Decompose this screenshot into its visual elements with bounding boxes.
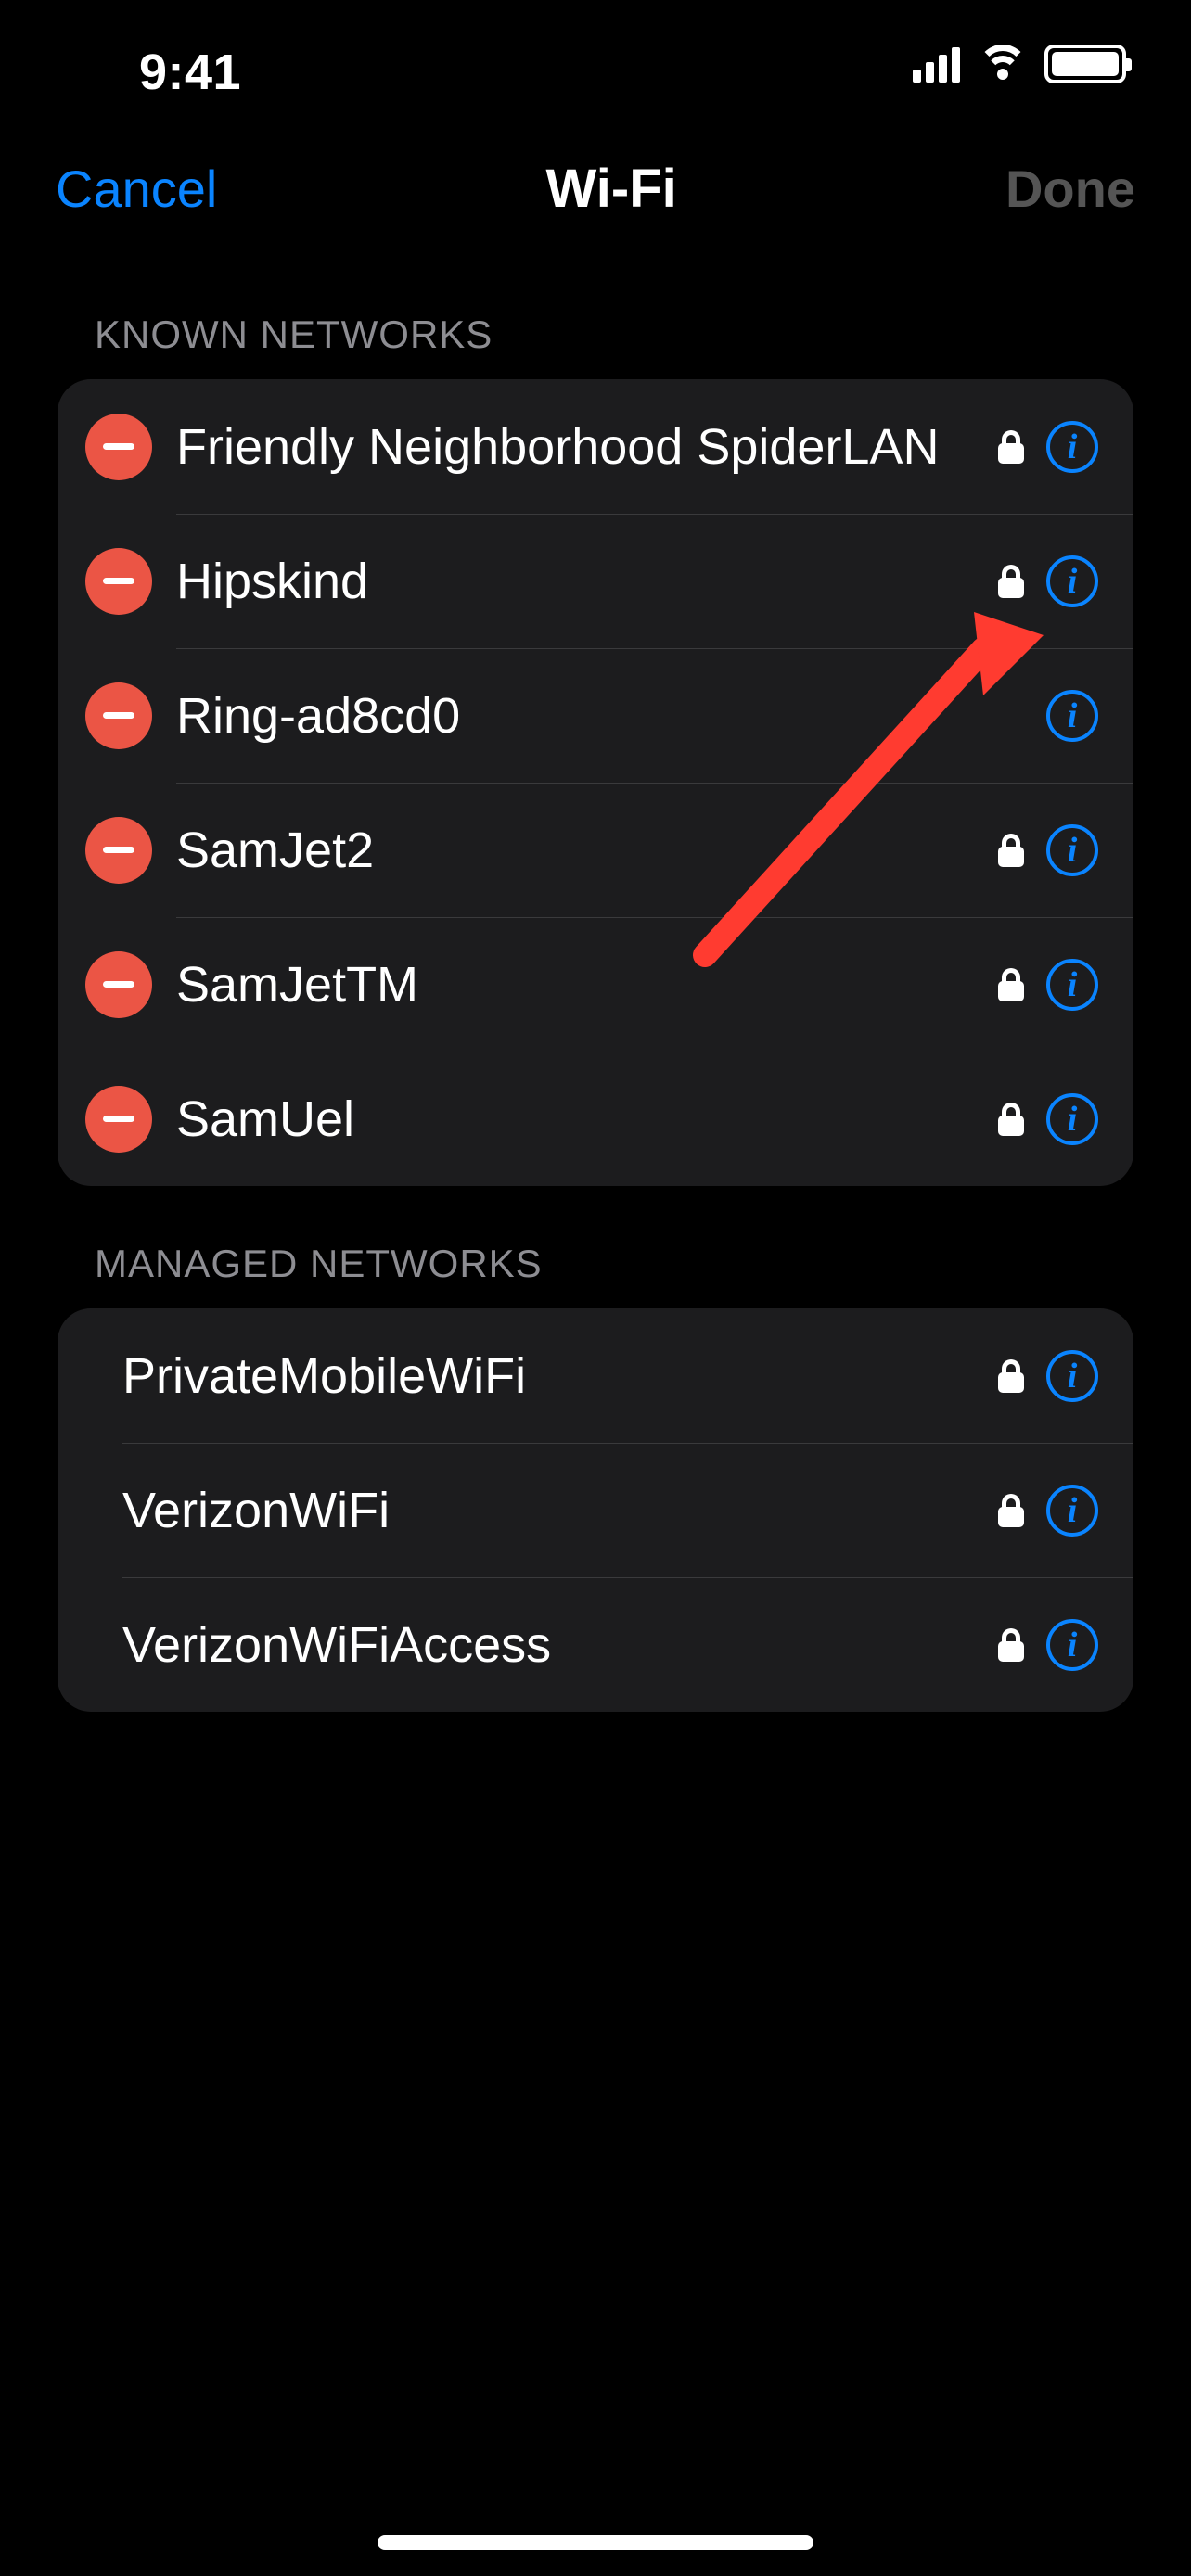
minus-icon [103, 712, 134, 719]
minus-icon [103, 1116, 134, 1122]
lock-icon [998, 834, 1024, 867]
network-name: SamJetTM [176, 956, 998, 1014]
network-name: SamUel [176, 1090, 998, 1148]
lock-icon [998, 1494, 1024, 1527]
network-name: Friendly Neighborhood SpiderLAN [176, 418, 998, 476]
lock-icon [998, 565, 1024, 598]
info-button[interactable]: i [1046, 959, 1098, 1011]
status-bar: 9:41 [0, 0, 1191, 111]
managed-networks-list: PrivateMobileWiFiiVerizonWiFiiVerizonWiF… [58, 1308, 1133, 1712]
network-row[interactable]: VerizonWiFi i [58, 1443, 1133, 1577]
network-name: VerizonWiFiAccess [122, 1616, 998, 1674]
home-indicator [378, 2535, 813, 2550]
managed-networks-header: MANAGED NETWORKS [58, 1186, 1133, 1308]
minus-icon [103, 981, 134, 988]
status-icons [913, 45, 1126, 83]
network-name: Ring-ad8cd0 [176, 687, 1046, 745]
network-name: VerizonWiFi [122, 1482, 998, 1539]
lock-icon [998, 968, 1024, 1001]
network-row[interactable]: Hipskind i [58, 514, 1133, 648]
network-row[interactable]: Ring-ad8cd0i [58, 648, 1133, 783]
battery-icon [1044, 45, 1126, 83]
page-title: Wi-Fi [546, 158, 677, 220]
status-time: 9:41 [139, 44, 241, 101]
info-button[interactable]: i [1046, 824, 1098, 876]
info-button[interactable]: i [1046, 421, 1098, 473]
info-button[interactable]: i [1046, 1350, 1098, 1402]
nav-header: Cancel Wi-Fi Done [0, 111, 1191, 257]
cellular-icon [913, 45, 960, 83]
minus-icon [103, 578, 134, 584]
minus-icon [103, 443, 134, 450]
known-networks-section: KNOWN NETWORKS Friendly Neighborhood Spi… [0, 257, 1191, 1186]
delete-button[interactable] [85, 817, 152, 884]
network-row[interactable]: SamJetTM i [58, 917, 1133, 1052]
info-button[interactable]: i [1046, 1619, 1098, 1671]
lock-icon [998, 1628, 1024, 1662]
info-button[interactable]: i [1046, 1093, 1098, 1145]
network-name: Hipskind [176, 553, 998, 610]
lock-icon [998, 1103, 1024, 1136]
delete-button[interactable] [85, 414, 152, 480]
delete-button[interactable] [85, 1086, 152, 1153]
wifi-icon [977, 45, 1028, 83]
network-row[interactable]: Friendly Neighborhood SpiderLAN i [58, 379, 1133, 514]
network-row[interactable]: VerizonWiFiAccess i [58, 1577, 1133, 1712]
known-networks-header: KNOWN NETWORKS [58, 257, 1133, 379]
info-button[interactable]: i [1046, 555, 1098, 607]
network-name: PrivateMobileWiFi [122, 1347, 998, 1405]
delete-button[interactable] [85, 951, 152, 1018]
delete-button[interactable] [85, 548, 152, 615]
network-row[interactable]: SamUeli [58, 1052, 1133, 1186]
lock-icon [998, 430, 1024, 464]
delete-button[interactable] [85, 682, 152, 749]
network-row[interactable]: SamJet2 i [58, 783, 1133, 917]
known-networks-list: Friendly Neighborhood SpiderLANiHipskind… [58, 379, 1133, 1186]
cancel-button[interactable]: Cancel [56, 159, 217, 219]
done-button[interactable]: Done [1005, 159, 1135, 219]
info-button[interactable]: i [1046, 1485, 1098, 1537]
minus-icon [103, 847, 134, 853]
lock-icon [998, 1359, 1024, 1393]
managed-networks-section: MANAGED NETWORKS PrivateMobileWiFiiVeriz… [0, 1186, 1191, 1712]
network-row[interactable]: PrivateMobileWiFi i [58, 1308, 1133, 1443]
info-button[interactable]: i [1046, 690, 1098, 742]
network-name: SamJet2 [176, 822, 998, 879]
